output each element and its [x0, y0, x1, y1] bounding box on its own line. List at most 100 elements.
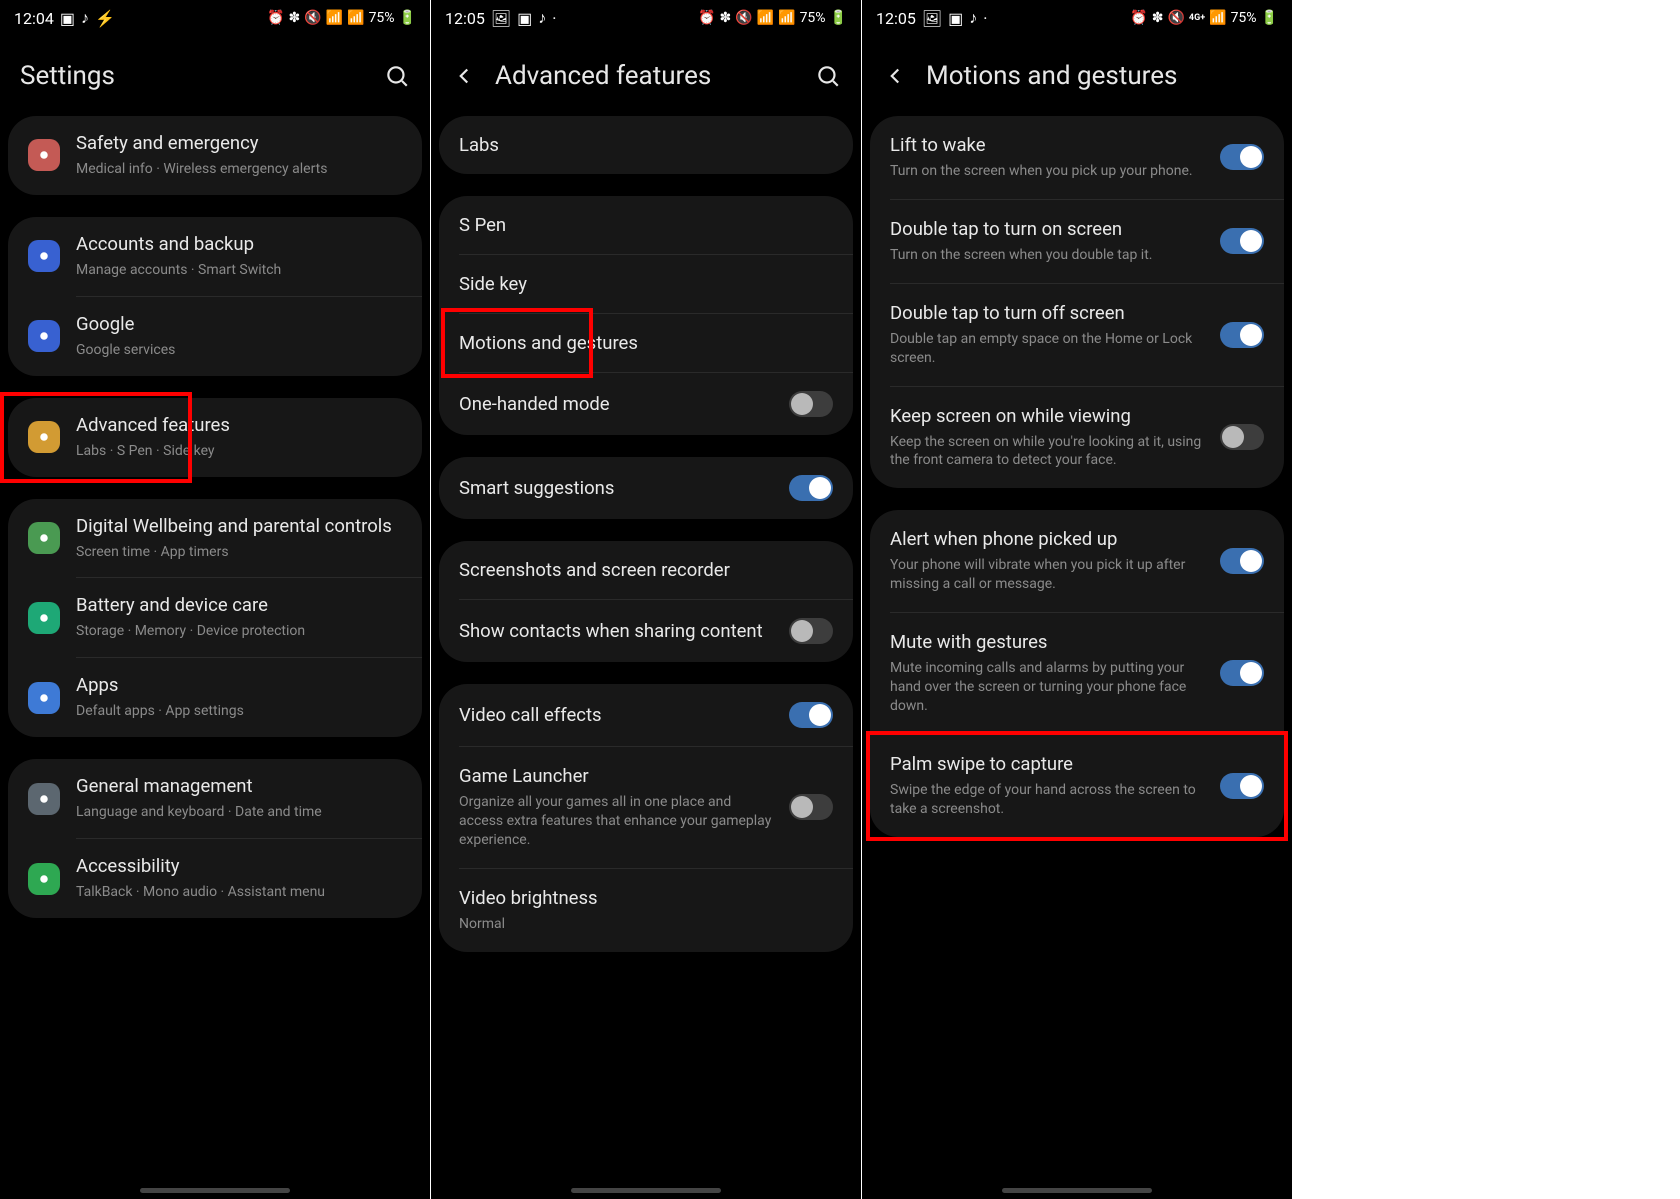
phone-motions-gestures: 12:05 🖼 ▣ ♪ · ⏰ ✽ 🔇 4G+ 📶 75% 🔋 Motions … — [862, 0, 1292, 1199]
settings-row[interactable]: One-handed mode — [439, 373, 853, 435]
settings-list: Safety and emergencyMedical info · Wirel… — [0, 116, 430, 1199]
settings-icon — [28, 421, 60, 453]
toggle-switch[interactable] — [789, 475, 833, 501]
settings-card: S Pen Side key Motions and gestures One-han… — [439, 196, 853, 435]
signal-icon: 📶 — [347, 10, 364, 26]
row-title: Digital Wellbeing and parental controls — [76, 515, 402, 537]
back-icon[interactable] — [882, 63, 908, 89]
settings-icon — [28, 240, 60, 272]
clock: 12:05 — [445, 9, 485, 28]
settings-row[interactable]: Video call effects — [439, 684, 853, 746]
settings-card: General managementLanguage and keyboard … — [8, 759, 422, 918]
row-title: Apps — [76, 674, 402, 696]
row-subtitle: Google services — [76, 341, 402, 360]
toggle-switch[interactable] — [1220, 144, 1264, 170]
status-bar: 12:05 🖼 ▣ ♪ · ⏰ ✽ 🔇 4G+ 📶 75% 🔋 — [862, 0, 1292, 36]
row-title: Video brightness — [459, 887, 833, 909]
battery-icon: 🔋 — [1261, 10, 1278, 26]
bluetooth-icon: ✽ — [720, 10, 732, 26]
page-title: Advanced features — [495, 61, 797, 91]
settings-row[interactable]: Advanced featuresLabs · S Pen · Side key — [8, 398, 422, 477]
clock: 12:05 — [876, 9, 916, 28]
home-indicator[interactable] — [571, 1188, 721, 1193]
settings-row[interactable]: Safety and emergencyMedical info · Wirel… — [8, 116, 422, 195]
settings-row[interactable]: Side key — [439, 255, 853, 313]
header: Motions and gestures — [862, 36, 1292, 116]
settings-row[interactable]: Lift to wakeTurn on the screen when you … — [870, 116, 1284, 199]
toggle-switch[interactable] — [789, 702, 833, 728]
wifi-icon: 📶 — [326, 10, 343, 26]
home-indicator[interactable] — [1002, 1188, 1152, 1193]
row-subtitle: Manage accounts · Smart Switch — [76, 261, 402, 280]
row-subtitle: Keep the screen on while you're looking … — [890, 433, 1204, 471]
settings-row[interactable]: Palm swipe to captureSwipe the edge of y… — [870, 735, 1284, 837]
settings-row[interactable]: Labs — [439, 116, 853, 174]
motions-list: Lift to wakeTurn on the screen when you … — [862, 116, 1292, 1199]
toggle-switch[interactable] — [789, 618, 833, 644]
settings-card: Lift to wakeTurn on the screen when you … — [870, 116, 1284, 488]
toggle-switch[interactable] — [789, 391, 833, 417]
settings-row[interactable]: Keep screen on while viewing Keep the scr… — [870, 387, 1284, 489]
page-title: Motions and gestures — [926, 61, 1272, 91]
settings-card: Screenshots and screen recorder Show cont… — [439, 541, 853, 662]
row-subtitle: Labs · S Pen · Side key — [76, 442, 402, 461]
settings-row[interactable]: Accounts and backupManage accounts · Sma… — [8, 217, 422, 296]
settings-row[interactable]: Double tap to turn off screenDouble tap … — [870, 284, 1284, 386]
row-subtitle: Organize all your games all in one place… — [459, 793, 773, 850]
settings-row[interactable]: Motions and gestures — [439, 314, 853, 372]
row-subtitle: Your phone will vibrate when you pick it… — [890, 556, 1204, 594]
settings-row[interactable]: GoogleGoogle services — [8, 297, 422, 376]
settings-row[interactable]: Mute with gesturesMute incoming calls an… — [870, 613, 1284, 734]
toggle-switch[interactable] — [1220, 548, 1264, 574]
back-icon[interactable] — [451, 63, 477, 89]
settings-row[interactable]: Game LauncherOrganize all your games all… — [439, 747, 853, 868]
toggle-switch[interactable] — [1220, 773, 1264, 799]
settings-row[interactable]: AccessibilityTalkBack · Mono audio · Ass… — [8, 839, 422, 918]
toggle-switch[interactable] — [789, 794, 833, 820]
row-title: Battery and device care — [76, 594, 402, 616]
row-title: Palm swipe to capture — [890, 753, 1204, 775]
row-title: S Pen — [459, 214, 833, 236]
header: Advanced features — [431, 36, 861, 116]
settings-icon — [28, 602, 60, 634]
bluetooth-icon: ✽ — [1152, 10, 1164, 26]
search-icon[interactable] — [815, 63, 841, 89]
row-title: Screenshots and screen recorder — [459, 559, 833, 581]
battery-icon: 🔋 — [830, 10, 847, 26]
toggle-switch[interactable] — [1220, 322, 1264, 348]
toggle-switch[interactable] — [1220, 228, 1264, 254]
alarm-icon: ⏰ — [1130, 10, 1147, 26]
settings-row[interactable]: Video brightnessNormal — [439, 869, 853, 952]
toggle-switch[interactable] — [1220, 424, 1264, 450]
row-title: Motions and gestures — [459, 332, 833, 354]
settings-row[interactable]: Digital Wellbeing and parental controlsS… — [8, 499, 422, 578]
settings-row[interactable]: S Pen — [439, 196, 853, 254]
battery-pct: 75% — [800, 10, 826, 26]
toggle-switch[interactable] — [1220, 660, 1264, 686]
settings-row[interactable]: Double tap to turn on screenTurn on the … — [870, 200, 1284, 283]
row-title: Alert when phone picked up — [890, 528, 1204, 550]
search-icon[interactable] — [384, 63, 410, 89]
clock: 12:04 — [14, 9, 54, 28]
settings-row[interactable]: Smart suggestions — [439, 457, 853, 519]
row-title: Labs — [459, 134, 833, 156]
settings-card: Advanced featuresLabs · S Pen · Side key — [8, 398, 422, 477]
settings-row[interactable]: Alert when phone picked up Your phone wil… — [870, 510, 1284, 612]
mute-icon: 🔇 — [1167, 10, 1184, 26]
battery-pct: 75% — [369, 10, 395, 26]
settings-row[interactable]: Show contacts when sharing content — [439, 600, 853, 662]
settings-row[interactable]: Battery and device careStorage · Memory … — [8, 578, 422, 657]
dot-icon: · — [552, 9, 556, 28]
settings-row[interactable]: AppsDefault apps · App settings — [8, 658, 422, 737]
settings-row[interactable]: Screenshots and screen recorder — [439, 541, 853, 599]
nfc-icon: ▣ — [948, 9, 963, 28]
settings-card: Accounts and backupManage accounts · Sma… — [8, 217, 422, 376]
alarm-icon: ⏰ — [267, 10, 284, 26]
phone-advanced-features: 12:05 🖼 ▣ ♪ · ⏰ ✽ 🔇 📶 📶 75% 🔋 Advanced f… — [431, 0, 861, 1199]
settings-card: Smart suggestions — [439, 457, 853, 519]
row-title: Keep screen on while viewing — [890, 405, 1204, 427]
nfc-icon: ▣ — [517, 9, 532, 28]
home-indicator[interactable] — [140, 1188, 290, 1193]
settings-row[interactable]: General managementLanguage and keyboard … — [8, 759, 422, 838]
row-title: Show contacts when sharing content — [459, 620, 773, 642]
